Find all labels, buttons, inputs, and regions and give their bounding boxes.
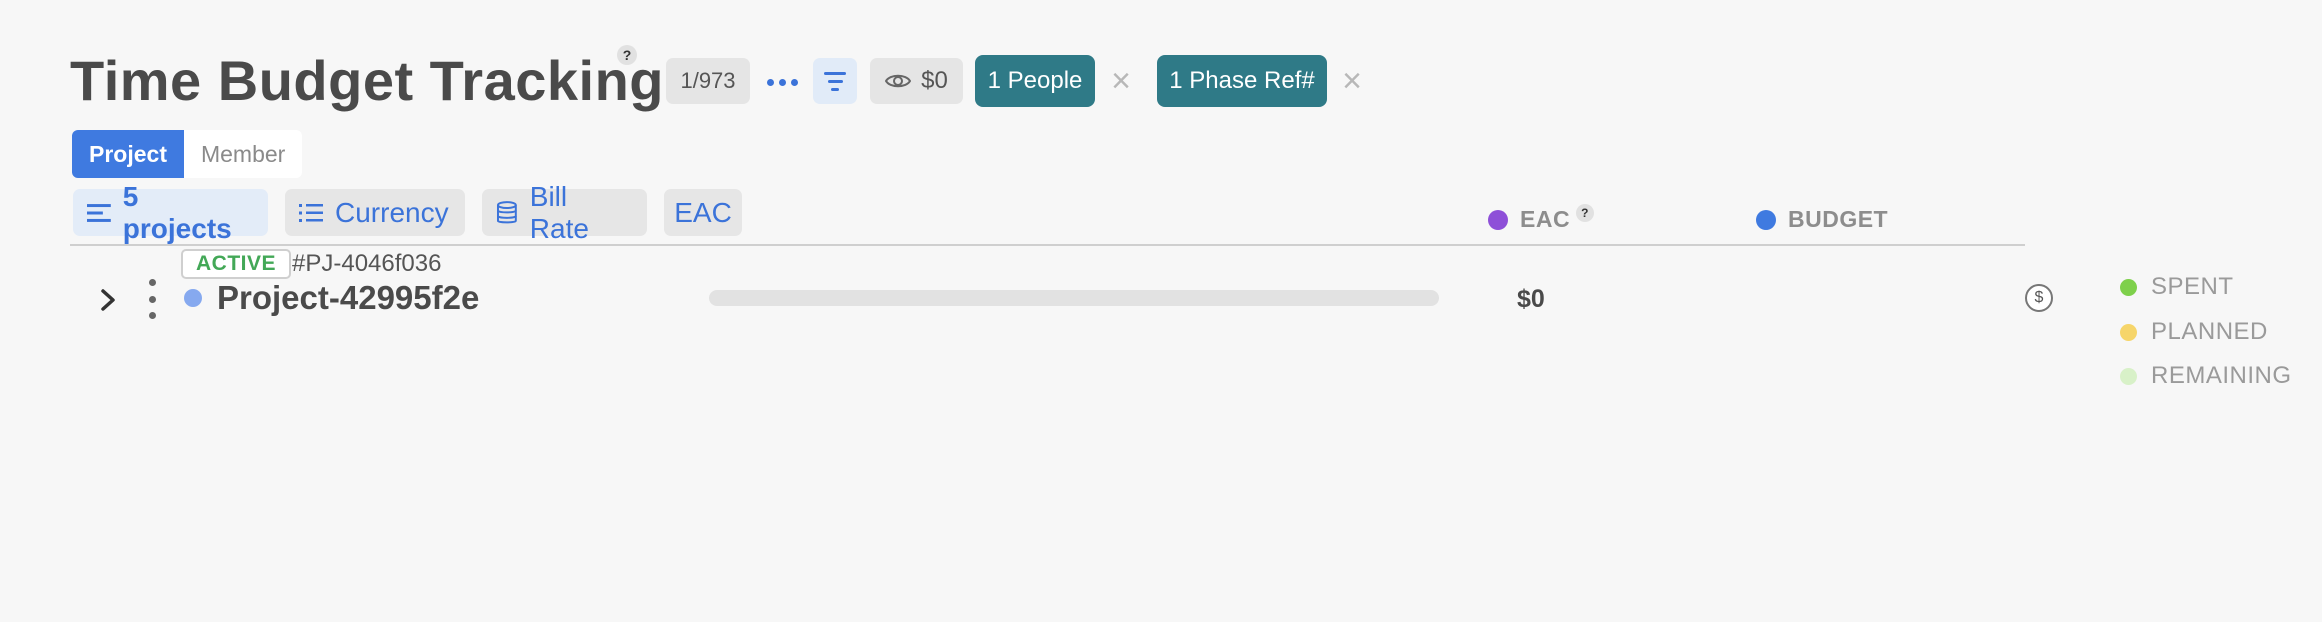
help-icon[interactable]: ? bbox=[617, 45, 637, 65]
currency-label: Currency bbox=[335, 196, 449, 228]
eac-color-dot bbox=[1488, 209, 1508, 230]
bill-rate-button[interactable]: Bill Rate bbox=[482, 181, 647, 244]
currency-icon[interactable]: $ bbox=[2025, 284, 2053, 312]
legend-label: SPENT bbox=[2151, 273, 2234, 300]
page-title: Time Budget Tracking bbox=[70, 49, 664, 112]
currency-button[interactable]: Currency bbox=[285, 189, 465, 236]
budget-color-dot bbox=[1756, 209, 1776, 230]
project-color-dot bbox=[184, 289, 202, 307]
visibility-value: $0 bbox=[921, 67, 948, 94]
legend-label: PLANNED bbox=[2151, 318, 2268, 345]
filter-chip-phase-ref[interactable]: 1 Phase Ref# bbox=[1157, 55, 1327, 107]
database-icon bbox=[496, 200, 517, 223]
legend-item-planned: PLANNED bbox=[2120, 318, 2268, 346]
column-header-budget[interactable]: BUDGET bbox=[1756, 206, 1888, 233]
projects-count-button[interactable]: 5 projects bbox=[73, 181, 268, 244]
budget-progress-bar bbox=[709, 290, 1439, 306]
eac-help-icon[interactable]: ? bbox=[1576, 203, 1595, 222]
eac-value: $0 bbox=[1517, 285, 1545, 313]
filter-icon[interactable] bbox=[813, 58, 857, 104]
remove-filter-people-icon[interactable]: × bbox=[1098, 58, 1144, 104]
bill-rate-label: Bill Rate bbox=[529, 180, 589, 244]
project-name[interactable]: Project-42995f2e bbox=[217, 278, 479, 318]
spent-dot bbox=[2120, 278, 2137, 296]
more-options-icon[interactable] bbox=[762, 62, 802, 102]
legend-label: REMAINING bbox=[2151, 362, 2292, 389]
status-badge: ACTIVE bbox=[181, 249, 292, 279]
visibility-toggle[interactable]: $0 bbox=[870, 58, 963, 104]
remaining-dot bbox=[2120, 367, 2137, 385]
record-counter: 1/973 bbox=[666, 58, 750, 104]
list-icon bbox=[299, 203, 323, 222]
planned-dot bbox=[2120, 323, 2137, 341]
eac-header-label: EAC bbox=[1520, 206, 1571, 232]
toggle-member[interactable]: Member bbox=[183, 130, 303, 178]
filter-chip-people[interactable]: 1 People bbox=[975, 55, 1095, 107]
eye-icon bbox=[885, 74, 912, 88]
list-align-icon bbox=[87, 203, 111, 222]
row-menu-icon[interactable] bbox=[144, 279, 160, 319]
toggle-project[interactable]: Project bbox=[72, 130, 184, 178]
chevron-right-icon[interactable] bbox=[94, 286, 122, 314]
view-toggle: Project Member bbox=[72, 130, 303, 178]
projects-count-label: 5 projects bbox=[122, 180, 232, 244]
remove-filter-phase-icon[interactable]: × bbox=[1329, 58, 1375, 104]
legend-item-remaining: REMAINING bbox=[2120, 362, 2292, 390]
project-ref: #PJ-4046f036 bbox=[292, 250, 442, 277]
legend-item-spent: SPENT bbox=[2120, 273, 2234, 301]
header-divider bbox=[70, 244, 2025, 246]
column-header-eac[interactable]: EAC ? bbox=[1488, 203, 1595, 233]
eac-button[interactable]: EAC bbox=[664, 189, 742, 236]
budget-header-label: BUDGET bbox=[1788, 206, 1889, 232]
